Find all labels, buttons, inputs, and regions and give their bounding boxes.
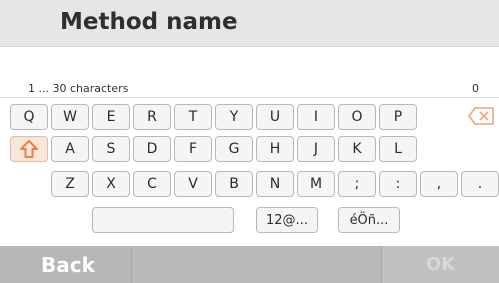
key-r[interactable]: R bbox=[133, 104, 171, 130]
key-s[interactable]: S bbox=[92, 136, 130, 162]
key-c[interactable]: C bbox=[133, 171, 171, 197]
key-l[interactable]: L bbox=[379, 136, 417, 162]
key-n[interactable]: N bbox=[256, 171, 294, 197]
backspace-icon bbox=[467, 106, 494, 126]
key-o[interactable]: O bbox=[338, 104, 376, 130]
character-limit-hint: 1 ... 30 characters bbox=[28, 82, 129, 95]
key-p[interactable]: P bbox=[379, 104, 417, 130]
key-semicolon[interactable]: ; bbox=[338, 171, 376, 197]
key-colon[interactable]: : bbox=[379, 171, 417, 197]
shift-button[interactable] bbox=[10, 136, 48, 162]
key-i[interactable]: I bbox=[297, 104, 335, 130]
key-m[interactable]: M bbox=[297, 171, 335, 197]
key-a[interactable]: A bbox=[51, 136, 89, 162]
key-e[interactable]: E bbox=[92, 104, 130, 130]
key-g[interactable]: G bbox=[215, 136, 253, 162]
backspace-button[interactable] bbox=[462, 105, 494, 127]
key-k[interactable]: K bbox=[338, 136, 376, 162]
shift-arrow-icon bbox=[19, 139, 39, 159]
key-f[interactable]: F bbox=[174, 136, 212, 162]
header-bar: Method name bbox=[0, 0, 499, 47]
character-count: 0 bbox=[472, 82, 479, 95]
key-t[interactable]: T bbox=[174, 104, 212, 130]
key-b[interactable]: B bbox=[215, 171, 253, 197]
key-comma[interactable]: , bbox=[420, 171, 458, 197]
key-y[interactable]: Y bbox=[215, 104, 253, 130]
key-v[interactable]: V bbox=[174, 171, 212, 197]
numbers-symbols-button[interactable]: 12@... bbox=[256, 207, 318, 233]
key-period[interactable]: . bbox=[461, 171, 499, 197]
text-input-field[interactable] bbox=[0, 97, 499, 98]
key-d[interactable]: D bbox=[133, 136, 171, 162]
key-x[interactable]: X bbox=[92, 171, 130, 197]
ok-button[interactable]: OK bbox=[382, 246, 499, 283]
key-w[interactable]: W bbox=[51, 104, 89, 130]
footer-bar: Back OK bbox=[0, 246, 499, 283]
key-u[interactable]: U bbox=[256, 104, 294, 130]
accented-characters-button[interactable]: éÖñ... bbox=[338, 207, 400, 233]
space-bar[interactable] bbox=[92, 207, 234, 233]
key-h[interactable]: H bbox=[256, 136, 294, 162]
method-name-screen: Method name 1 ... 30 characters 0 Q W E … bbox=[0, 0, 499, 283]
key-z[interactable]: Z bbox=[51, 171, 89, 197]
page-title: Method name bbox=[60, 9, 238, 35]
key-q[interactable]: Q bbox=[10, 104, 48, 130]
footer-empty-space bbox=[132, 246, 382, 283]
key-j[interactable]: J bbox=[297, 136, 335, 162]
back-button[interactable]: Back bbox=[0, 246, 132, 283]
